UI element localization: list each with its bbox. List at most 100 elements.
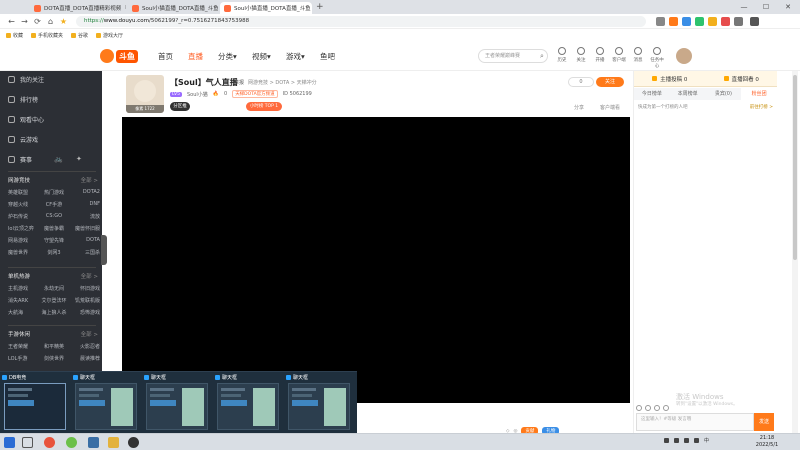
browser-app-icon[interactable]: [44, 437, 55, 448]
nav-home[interactable]: 首页: [158, 51, 173, 62]
sidebar-item-match[interactable]: 赛事: [8, 155, 32, 164]
close-icon[interactable]: ✕: [121, 5, 126, 11]
home-icon[interactable]: ⌂: [45, 16, 56, 27]
streamer-avatar[interactable]: 像素 1722: [126, 75, 164, 113]
nav-game[interactable]: 游戏▾: [286, 51, 305, 62]
forward-arrow-icon[interactable]: →: [19, 16, 30, 27]
game-link[interactable]: 火影忍者: [69, 343, 100, 350]
app-icon[interactable]: [88, 437, 99, 448]
extension-icon[interactable]: [682, 17, 691, 26]
game-link[interactable]: CS:GO: [39, 213, 70, 220]
game-link[interactable]: 剑侠世界: [39, 355, 70, 362]
obs-app-icon[interactable]: [128, 437, 139, 448]
game-link[interactable]: 炉石传说: [8, 213, 39, 220]
tab-week-rank[interactable]: 本周榜单: [670, 88, 706, 100]
maximize-icon[interactable]: ☐: [756, 0, 776, 14]
game-link[interactable]: 穿越火线: [8, 201, 39, 208]
sidebar-item-follow[interactable]: 我的关注: [8, 75, 44, 84]
go-rank-link[interactable]: 前往打榜 >: [750, 104, 773, 110]
sidebar-section-header[interactable]: 单机热游 全部 >: [8, 272, 98, 280]
game-link[interactable]: 英雄联盟: [8, 189, 39, 196]
follow-button[interactable]: 关注: [573, 47, 589, 63]
game-link[interactable]: 海上狼人杀: [39, 309, 70, 316]
game-link[interactable]: 魔兽怀旧服: [69, 225, 100, 232]
close-icon[interactable]: ✕: [311, 5, 312, 11]
page-scrollbar[interactable]: [792, 71, 798, 433]
sidebar-item-cloud-game[interactable]: 云游戏: [8, 135, 38, 144]
app-icon[interactable]: [108, 437, 119, 448]
window-preview[interactable]: 聊天框: [142, 372, 212, 434]
streamer-name[interactable]: Soul小猫: [187, 91, 208, 98]
bookmark-item[interactable]: 谷歌: [71, 32, 88, 39]
game-link[interactable]: 魔兽争霸: [39, 225, 70, 232]
tab-today-rank[interactable]: 今日榜单: [634, 88, 670, 100]
rank-pill[interactable]: 分区推: [170, 102, 190, 111]
sidebar-collapse-handle[interactable]: [101, 235, 107, 265]
browser-tab[interactable]: DOTA直播_DOTA直播精彩视频 ✕: [30, 2, 126, 14]
minimize-icon[interactable]: —: [734, 0, 754, 14]
refresh-icon[interactable]: ⟳: [32, 16, 43, 27]
nav-video[interactable]: 视频▾: [252, 51, 271, 62]
game-link[interactable]: 和平精英: [39, 343, 70, 350]
game-link[interactable]: 网易游戏: [8, 237, 39, 244]
share-button[interactable]: 分享: [574, 104, 584, 111]
back-arrow-icon[interactable]: ←: [6, 16, 17, 27]
replay-tab[interactable]: 直播回看 0: [705, 71, 777, 87]
game-link[interactable]: 永劫无间: [39, 285, 70, 292]
bookmark-item[interactable]: 游戏大厅: [96, 32, 123, 39]
browser-tab-active[interactable]: Soul小猫直播_DOTA直播_斗鱼 ✕: [220, 2, 312, 14]
extension-icon[interactable]: [721, 17, 730, 26]
game-link[interactable]: 饥荒联机版: [69, 297, 100, 304]
game-link[interactable]: 王者荣耀: [8, 343, 39, 350]
broadcast-button[interactable]: 开播: [592, 47, 608, 63]
room-category[interactable]: 举报 网游竞技 > DOTA > 天梯冲分: [234, 79, 317, 86]
hour-rank-pill[interactable]: 小时榜 TOP 1: [246, 102, 282, 111]
game-icon[interactable]: ✦: [76, 155, 82, 163]
tray-icon[interactable]: [674, 438, 679, 443]
sidebar-section-header[interactable]: 网游竞技 全部 >: [8, 176, 98, 184]
task-center-button[interactable]: 任务中心: [649, 47, 665, 69]
network-icon[interactable]: [684, 438, 689, 443]
window-preview[interactable]: 聊天框: [213, 372, 283, 434]
game-link[interactable]: 晨读推荐: [69, 355, 100, 362]
sidebar-item-watch[interactable]: 观看中心: [8, 115, 44, 124]
game-link[interactable]: DNF: [69, 201, 100, 208]
game-link[interactable]: 艾尔登法环: [39, 297, 70, 304]
browser-tab[interactable]: Soul小猫直播_DOTA直播_斗鱼 ✕: [128, 2, 218, 14]
send-button[interactable]: 发送: [754, 413, 774, 431]
tab-vip[interactable]: 贵宾(0): [706, 88, 742, 100]
extension-icon[interactable]: [695, 17, 704, 26]
volume-icon[interactable]: [694, 438, 699, 443]
game-link[interactable]: 剑网3: [39, 249, 70, 256]
streamer-posts-tab[interactable]: 主播投稿 0: [634, 71, 706, 87]
chat-input[interactable]: 这里输入！#等级 发言哦: [636, 413, 754, 431]
extension-icon[interactable]: [669, 17, 678, 26]
video-player[interactable]: [122, 117, 630, 403]
menu-icon[interactable]: [750, 17, 759, 26]
game-link[interactable]: 怀旧游戏: [69, 285, 100, 292]
windows-start-icon[interactable]: [4, 437, 15, 448]
clear-icon[interactable]: [663, 405, 669, 411]
game-link[interactable]: 大航海: [8, 309, 39, 316]
game-link[interactable]: 主机游戏: [8, 285, 39, 292]
bookmark-item[interactable]: 收藏: [6, 32, 23, 39]
settings-icon[interactable]: [654, 405, 660, 411]
scrollbar-thumb[interactable]: [793, 75, 797, 260]
game-link[interactable]: 守望先锋: [39, 237, 70, 244]
input-language[interactable]: 中: [704, 437, 709, 444]
follow-button[interactable]: 关注: [596, 77, 624, 87]
extension-icon[interactable]: [734, 17, 743, 26]
nav-live[interactable]: 直播: [188, 51, 203, 62]
chat-app-icon[interactable]: [66, 437, 77, 448]
sidebar-item-rank[interactable]: 排行榜: [8, 95, 38, 104]
new-tab-plus-icon[interactable]: +: [316, 2, 324, 12]
game-link[interactable]: LOL手游: [8, 355, 39, 362]
douyu-logo[interactable]: 斗鱼: [100, 47, 144, 65]
client-watch-button[interactable]: 客户端看: [600, 104, 620, 111]
nav-fishbar[interactable]: 鱼吧: [320, 51, 335, 62]
tab-fan-club[interactable]: 粉丝团: [741, 88, 777, 100]
user-avatar[interactable]: [676, 48, 692, 64]
game-link[interactable]: DOTA: [69, 237, 100, 244]
game-link[interactable]: 三国杀: [69, 249, 100, 256]
gift-icon[interactable]: [645, 405, 651, 411]
